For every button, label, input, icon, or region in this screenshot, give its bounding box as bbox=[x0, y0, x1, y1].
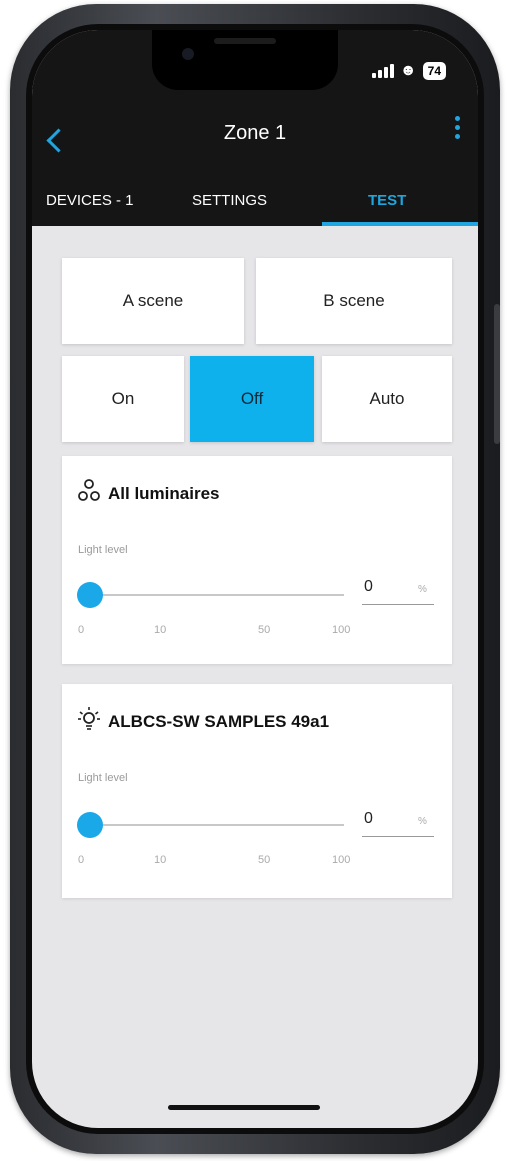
all-luminaires-card: All luminaires Light level 0 % 0 10 50 1… bbox=[62, 456, 452, 664]
light-level-slider-track[interactable] bbox=[90, 594, 344, 596]
auto-button[interactable]: Auto bbox=[322, 356, 452, 442]
light-level-slider-track[interactable] bbox=[90, 824, 344, 826]
speaker bbox=[214, 38, 276, 44]
value-underline bbox=[362, 604, 434, 605]
tick-label: 50 bbox=[258, 854, 271, 866]
on-button[interactable]: On bbox=[62, 356, 184, 442]
light-bulb-icon bbox=[78, 707, 100, 730]
tick-label: 10 bbox=[154, 624, 167, 636]
device-card: ALBCS-SW SAMPLES 49a1 Light level 0 % 0 … bbox=[62, 684, 452, 898]
tick-label: 100 bbox=[332, 854, 351, 866]
light-level-value[interactable]: 0 bbox=[364, 810, 373, 828]
value-underline bbox=[362, 836, 434, 837]
page-title: Zone 1 bbox=[223, 122, 287, 144]
wifi-icon: ☻ bbox=[399, 62, 417, 79]
tick-label: 50 bbox=[258, 624, 271, 636]
tab-devices[interactable]: DEVICES - 1 bbox=[46, 192, 134, 209]
light-level-label: Light level bbox=[78, 772, 128, 784]
notch bbox=[152, 30, 338, 90]
light-level-slider-thumb[interactable] bbox=[77, 582, 103, 608]
tick-label: 0 bbox=[78, 624, 85, 636]
light-level-label: Light level bbox=[78, 544, 128, 556]
b-scene-button[interactable]: B scene bbox=[256, 258, 452, 344]
screen: ☻ 74 Zone 1 DEVICES - 1 SETTINGS TEST A … bbox=[32, 30, 478, 1128]
active-tab-indicator bbox=[322, 222, 478, 226]
phone-bezel: ☻ 74 Zone 1 DEVICES - 1 SETTINGS TEST A … bbox=[26, 24, 484, 1134]
phone-frame: ☻ 74 Zone 1 DEVICES - 1 SETTINGS TEST A … bbox=[10, 4, 500, 1154]
side-button bbox=[494, 304, 500, 444]
off-button[interactable]: Off bbox=[190, 356, 314, 442]
tab-bar: DEVICES - 1 SETTINGS TEST bbox=[32, 180, 478, 226]
battery-indicator: 74 bbox=[422, 62, 446, 80]
group-luminaires-icon bbox=[78, 479, 100, 501]
card-title: All luminaires bbox=[108, 484, 220, 503]
tab-settings[interactable]: SETTINGS bbox=[192, 192, 267, 209]
percent-unit: % bbox=[418, 816, 427, 827]
light-level-value[interactable]: 0 bbox=[364, 578, 373, 596]
a-scene-button[interactable]: A scene bbox=[62, 258, 244, 344]
tick-label: 0 bbox=[78, 854, 85, 866]
tab-test[interactable]: TEST bbox=[368, 192, 406, 209]
percent-unit: % bbox=[418, 584, 427, 595]
home-indicator[interactable] bbox=[168, 1105, 320, 1110]
app-bar: ☻ 74 Zone 1 DEVICES - 1 SETTINGS TEST bbox=[32, 30, 478, 226]
card-title: ALBCS-SW SAMPLES 49a1 bbox=[108, 712, 330, 731]
tick-label: 10 bbox=[154, 854, 167, 866]
camera-icon bbox=[182, 48, 194, 60]
status-bar: ☻ 74 bbox=[371, 62, 446, 80]
more-options-icon[interactable] bbox=[455, 116, 460, 139]
light-level-slider-thumb[interactable] bbox=[77, 812, 103, 838]
tick-label: 100 bbox=[332, 624, 351, 636]
signal-icon bbox=[371, 64, 394, 78]
